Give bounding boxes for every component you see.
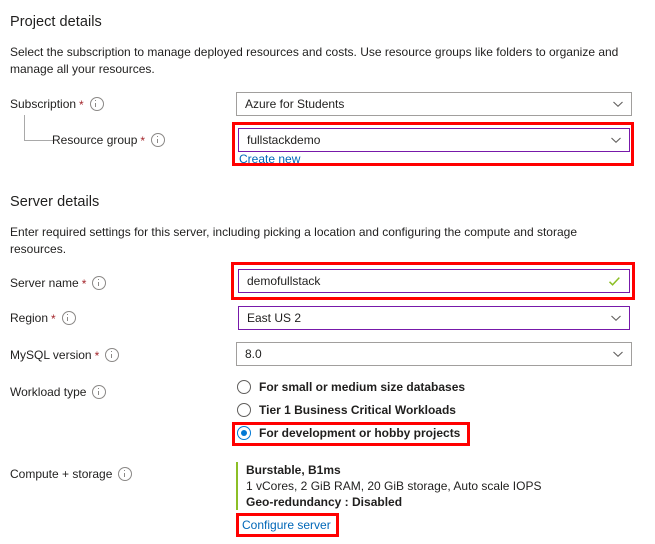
compute-storage-label-text: Compute + storage: [10, 467, 113, 481]
info-icon[interactable]: [105, 348, 120, 362]
subscription-label-text: Subscription: [10, 97, 77, 111]
project-details-heading: Project details: [10, 14, 102, 30]
compute-geo-redundancy: Geo-redundancy : Disabled: [246, 495, 403, 509]
server-name-required-asterisk: *: [81, 277, 87, 291]
subscription-label: Subscription *: [10, 97, 104, 111]
mysql-version-required-asterisk: *: [94, 349, 100, 363]
info-icon[interactable]: [61, 311, 76, 325]
azure-create-mysql-form: Project details Select the subscription …: [0, 0, 655, 544]
resource-group-value: fullstackdemo: [247, 133, 321, 147]
subscription-required-asterisk: *: [79, 98, 84, 112]
radio-button[interactable]: [237, 380, 251, 394]
workload-option-development-hobby[interactable]: For development or hobby projects: [237, 426, 460, 440]
configure-server-link[interactable]: Configure server: [242, 518, 331, 532]
mysql-version-dropdown[interactable]: 8.0: [236, 342, 632, 366]
resource-group-required-asterisk: *: [140, 134, 146, 148]
info-icon[interactable]: [118, 467, 133, 481]
workload-option-label: For small or medium size databases: [259, 380, 466, 394]
server-name-label: Server name *: [10, 276, 107, 291]
project-details-description: Select the subscription to manage deploy…: [10, 45, 619, 76]
radio-button[interactable]: [237, 403, 251, 417]
compute-storage-summary: Burstable, B1ms 1 vCores, 2 GiB RAM, 20 …: [236, 462, 542, 510]
info-icon[interactable]: [92, 276, 107, 290]
region-value: East US 2: [247, 311, 302, 325]
region-required-asterisk: *: [51, 312, 56, 326]
workload-type-label: Workload type: [10, 385, 107, 399]
chevron-down-icon: [612, 348, 624, 360]
region-label-text: Region: [10, 311, 49, 325]
mysql-version-label-text: MySQL version: [10, 348, 92, 362]
server-name-label-text: Server name: [10, 276, 79, 290]
resource-group-dropdown[interactable]: fullstackdemo: [238, 128, 630, 152]
workload-option-label: For development or hobby projects: [259, 426, 461, 440]
chevron-down-icon: [610, 312, 622, 324]
compute-specs: 1 vCores, 2 GiB RAM, 20 GiB storage, Aut…: [246, 479, 542, 493]
server-details-description: Enter required settings for this server,…: [10, 225, 577, 256]
subscription-dropdown[interactable]: Azure for Students: [236, 92, 632, 116]
info-icon[interactable]: [151, 133, 166, 147]
chevron-down-icon: [610, 134, 622, 146]
mysql-version-label: MySQL version *: [10, 348, 120, 363]
workload-option-small-medium[interactable]: For small or medium size databases: [237, 380, 465, 394]
check-icon: [608, 275, 621, 288]
chevron-down-icon: [612, 98, 624, 110]
create-new-resource-group-link[interactable]: Create new: [239, 152, 300, 166]
compute-tier: Burstable, B1ms: [246, 463, 341, 477]
info-icon[interactable]: [89, 97, 104, 111]
workload-option-label: Tier 1 Business Critical Workloads: [259, 403, 456, 417]
radio-button[interactable]: [237, 426, 251, 440]
tree-connector: [24, 115, 53, 141]
resource-group-label: Resource group *: [52, 133, 166, 148]
mysql-version-value: 8.0: [245, 347, 262, 361]
workload-type-label-text: Workload type: [10, 385, 87, 399]
region-dropdown[interactable]: East US 2: [238, 306, 630, 330]
server-name-input[interactable]: demofullstack: [238, 269, 630, 293]
compute-storage-label: Compute + storage: [10, 467, 133, 481]
server-details-heading: Server details: [10, 194, 100, 210]
resource-group-label-text: Resource group: [52, 133, 138, 147]
subscription-value: Azure for Students: [245, 97, 345, 111]
workload-option-tier1-business-critical[interactable]: Tier 1 Business Critical Workloads: [237, 403, 456, 417]
region-label: Region *: [10, 311, 76, 325]
info-icon[interactable]: [92, 385, 107, 399]
server-name-value: demofullstack: [247, 274, 321, 288]
